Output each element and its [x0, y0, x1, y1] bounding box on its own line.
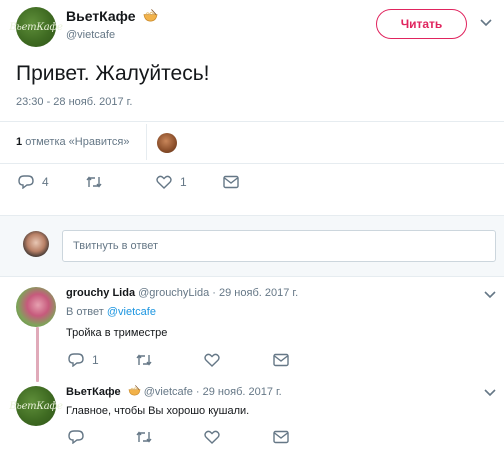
like-action[interactable] — [204, 353, 220, 367]
noodle-bowl-icon — [143, 9, 158, 22]
in-reply-to: В ответ @vietcafe — [66, 306, 156, 318]
envelope-icon — [273, 430, 289, 444]
author-name-row[interactable]: ВьетКафе — [66, 8, 158, 24]
likes-summary-count: 1 — [16, 136, 23, 148]
current-user-avatar[interactable] — [23, 231, 49, 257]
tweet-text: Привет. Жалуйтесь! — [16, 62, 210, 85]
in-reply-handle-link[interactable]: @vietcafe — [107, 306, 156, 318]
like-action[interactable] — [204, 430, 220, 444]
divider — [0, 163, 504, 164]
reply-count: 1 — [92, 353, 99, 367]
chevron-down-icon[interactable] — [484, 291, 496, 299]
reply-date[interactable]: · 29 нояб. 2017 г. — [196, 386, 282, 398]
heart-icon — [204, 430, 220, 444]
reply-author-handle[interactable]: @vietcafe — [144, 386, 193, 398]
heart-icon — [156, 175, 172, 189]
reply-author-row[interactable]: ВьетКафе @vietcafe · 29 нояб. 2017 г. — [66, 385, 282, 398]
tweet-timestamp[interactable]: 23:30 - 28 нояб. 2017 г. — [16, 96, 132, 108]
divider — [0, 121, 504, 122]
reply-author-avatar[interactable] — [16, 287, 56, 327]
reply-author-row[interactable]: grouchy Lida @grouchyLida · 29 нояб. 201… — [66, 287, 298, 299]
thread-connector — [36, 327, 39, 382]
reply-action[interactable]: 4 — [18, 175, 49, 189]
reply-icon — [68, 430, 84, 444]
reply-input[interactable]: Твитнуть в ответ — [62, 230, 496, 262]
dm-action[interactable] — [223, 175, 239, 189]
reply-icon — [18, 175, 34, 189]
avatar-logo-text: ВьетКафе — [9, 400, 63, 412]
retweet-icon — [136, 431, 152, 443]
reply-author-avatar[interactable]: ВьетКафе — [9, 386, 63, 426]
author-display-name[interactable]: ВьетКафе — [66, 8, 136, 24]
reply-date[interactable]: · 29 нояб. 2017 г. — [212, 287, 298, 299]
noodle-bowl-icon — [128, 385, 141, 396]
avatar-logo-text: ВьетКафе — [9, 21, 63, 33]
retweet-action[interactable] — [136, 353, 152, 367]
dm-action[interactable] — [273, 353, 289, 367]
reply-action[interactable] — [68, 430, 84, 444]
chevron-down-icon[interactable] — [484, 389, 496, 397]
envelope-icon — [223, 175, 239, 189]
retweet-action[interactable] — [86, 175, 102, 189]
chevron-down-icon[interactable] — [480, 19, 492, 27]
like-count: 1 — [180, 175, 187, 189]
in-reply-prefix: В ответ — [66, 306, 104, 318]
reply-text: Тройка в триместре — [66, 327, 168, 339]
reply-action[interactable]: 1 — [68, 353, 99, 367]
reply-author-name[interactable]: ВьетКафе — [66, 386, 121, 398]
heart-icon — [204, 353, 220, 367]
reply-author-name[interactable]: grouchy Lida — [66, 287, 135, 299]
reply-count: 4 — [42, 175, 49, 189]
reply-author-handle[interactable]: @grouchyLida — [138, 287, 209, 299]
likes-summary-label: отметка «Нравится» — [25, 136, 130, 148]
reply-icon — [68, 353, 84, 367]
like-action[interactable]: 1 — [156, 175, 187, 189]
retweet-icon — [136, 354, 152, 366]
reply-input-placeholder: Твитнуть в ответ — [73, 240, 158, 252]
author-handle[interactable]: @vietcafe — [66, 29, 115, 41]
dm-action[interactable] — [273, 430, 289, 444]
likes-summary[interactable]: 1 отметка «Нравится» — [16, 136, 129, 148]
envelope-icon — [273, 353, 289, 367]
likes-divider — [146, 124, 147, 160]
follow-button[interactable]: Читать — [376, 9, 467, 39]
retweet-action[interactable] — [136, 430, 152, 444]
liker-avatar[interactable] — [157, 133, 177, 153]
retweet-icon — [86, 176, 102, 188]
author-avatar[interactable]: ВьетКафе — [9, 7, 63, 47]
reply-text: Главное, чтобы Вы хорошо кушали. — [66, 405, 250, 417]
